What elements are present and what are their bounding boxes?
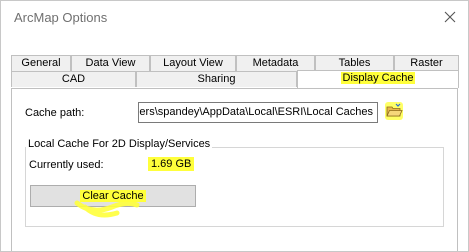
display-cache-panel: Cache path: Jsers\spandey\AppData\Local\… [11, 88, 458, 251]
tab-metadata[interactable]: Metadata [236, 55, 315, 71]
tab-general[interactable]: General [11, 55, 71, 71]
group-title: Local Cache For 2D Display/Services [26, 138, 213, 150]
currently-used-value: 1.69 GB [148, 157, 195, 171]
tab-data-view[interactable]: Data View [71, 55, 150, 71]
close-icon[interactable] [442, 9, 458, 25]
title-bar: ArcMap Options [1, 1, 468, 35]
window-title: ArcMap Options [14, 10, 108, 25]
folder-open-icon[interactable] [385, 102, 403, 120]
clear-cache-button[interactable]: Clear Cache [30, 185, 196, 207]
options-dialog: ArcMap Options General Data View Layout … [0, 0, 469, 252]
cache-path-input[interactable]: Jsers\spandey\AppData\Local\ESRI\Local C… [138, 102, 378, 123]
currently-used-label: Currently used: [29, 159, 104, 171]
tab-cad[interactable]: CAD [11, 71, 136, 87]
tab-tables[interactable]: Tables [315, 55, 394, 71]
tab-layout-view[interactable]: Layout View [150, 55, 236, 71]
tab-sharing[interactable]: Sharing [136, 71, 297, 87]
tab-row-2: CAD Sharing Display Cache [11, 70, 459, 88]
tab-raster[interactable]: Raster [394, 55, 459, 71]
tab-display-cache[interactable]: Display Cache [297, 70, 459, 88]
cache-path-label: Cache path: [25, 107, 85, 119]
